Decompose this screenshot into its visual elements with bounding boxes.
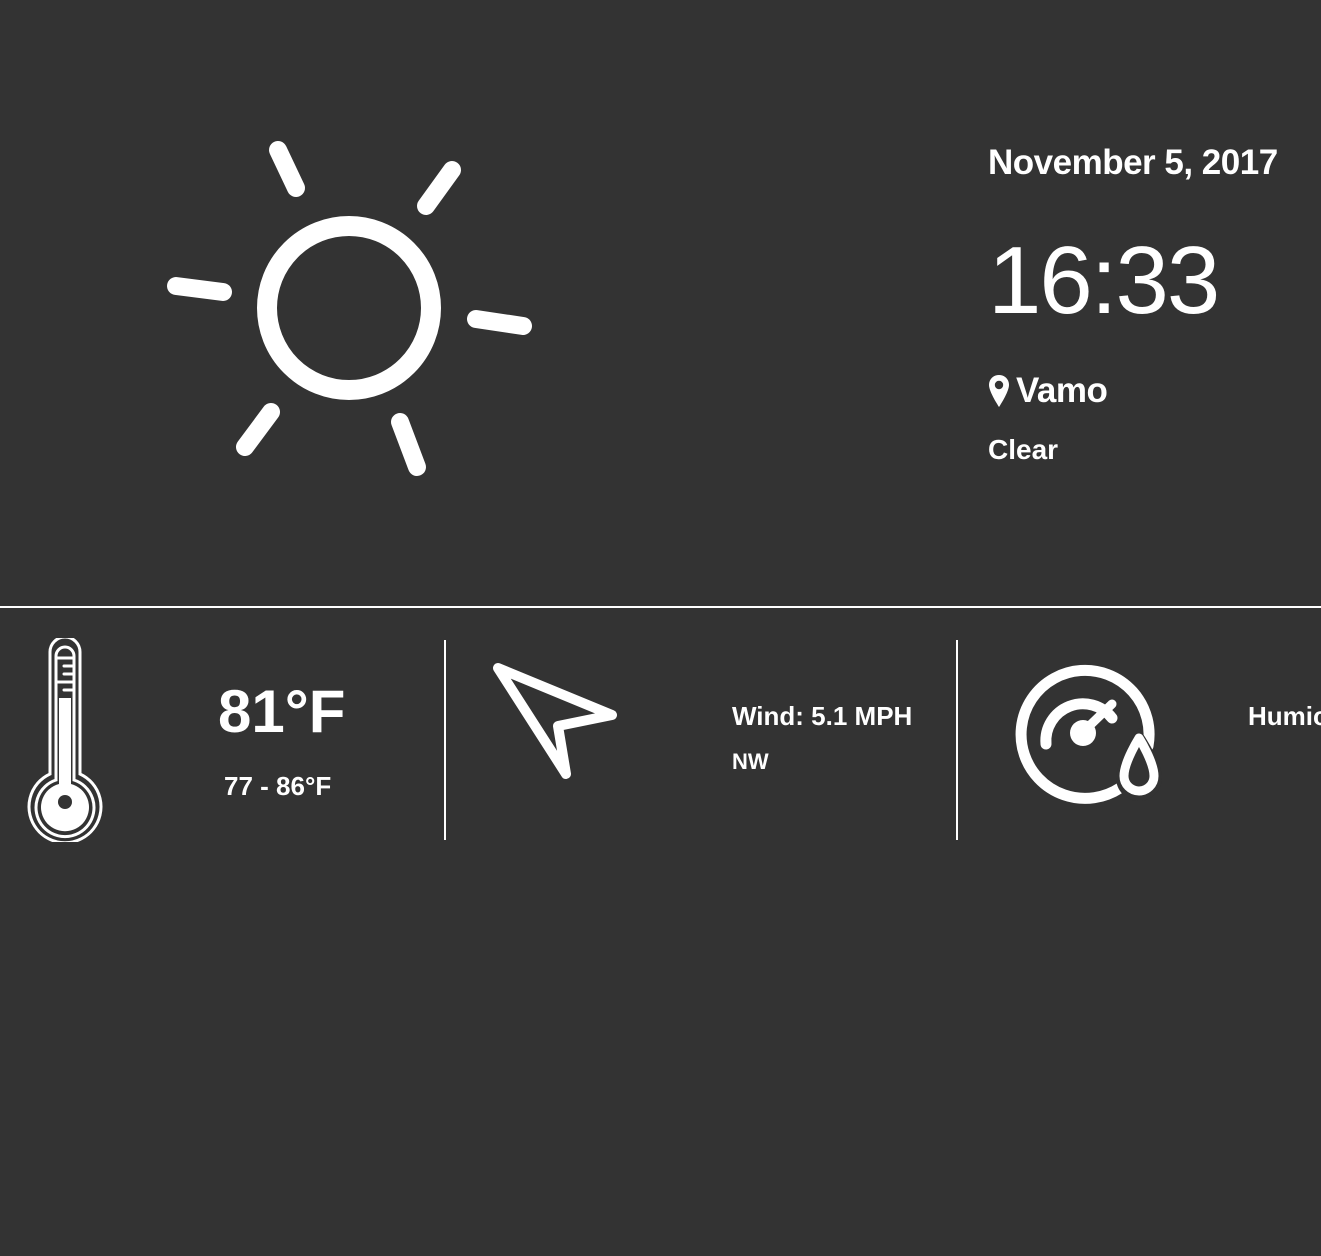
vertical-divider: [956, 640, 958, 840]
location-name: Vamo: [1016, 371, 1108, 410]
vertical-divider: [444, 640, 446, 840]
temperature-range: 77 - 86°F: [224, 771, 332, 801]
humidity-label: Humic: [1248, 701, 1321, 731]
sun-icon: [160, 130, 540, 490]
condition-label: Clear: [988, 434, 1059, 465]
wind-direction: NW: [732, 749, 769, 774]
horizontal-divider: [0, 606, 1321, 608]
current-temperature: 81°F: [218, 678, 346, 745]
stats-row: 81°F 77 - 86°F Wind: 5.1 MPH NW Humic: [0, 638, 1321, 842]
map-pin-icon: [988, 374, 1010, 408]
clock-time: 16:33: [988, 227, 1220, 334]
location: Vamo: [988, 368, 1108, 414]
humidity-gauge-icon: [1008, 660, 1170, 820]
weather-dashboard: November 5, 2017 16:33 Vamo Clear 81°F 7…: [0, 0, 1321, 1256]
thermometer-icon: [26, 638, 104, 842]
wind-speed: Wind: 5.1 MPH: [732, 701, 913, 731]
info-panel: November 5, 2017 16:33 Vamo Clear: [988, 140, 1321, 465]
date-label: November 5, 2017: [988, 143, 1278, 182]
wind-direction-arrow-icon: [488, 660, 622, 782]
